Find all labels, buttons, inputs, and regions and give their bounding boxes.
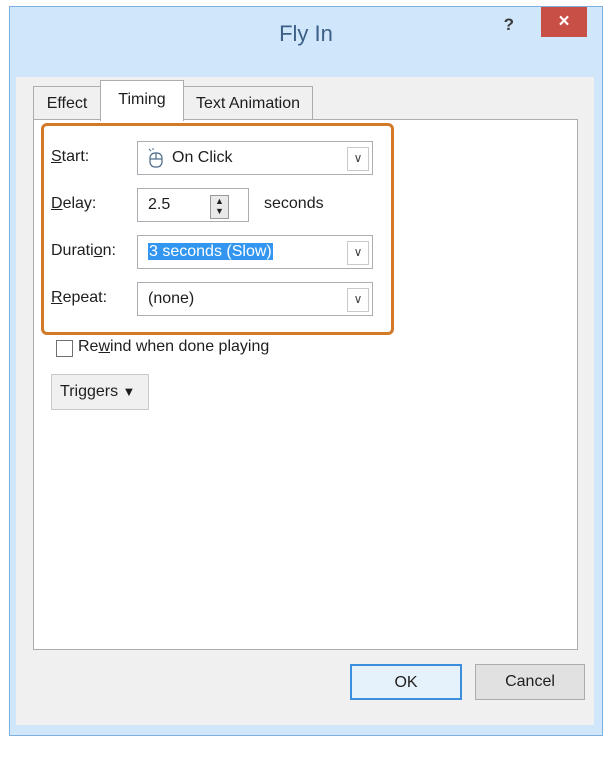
close-button[interactable]: × bbox=[541, 7, 587, 37]
double-chevron-down-icon: ▼ bbox=[122, 384, 136, 399]
delay-unit: seconds bbox=[264, 195, 324, 212]
spin-stepper-icon[interactable]: ▲ ▼ bbox=[210, 195, 229, 219]
triggers-button[interactable]: Triggers ▼ bbox=[51, 374, 149, 410]
help-button[interactable]: ? bbox=[504, 15, 514, 35]
duration-select[interactable]: 3 seconds (Slow) ∨ bbox=[137, 235, 373, 269]
chevron-down-icon[interactable]: ∨ bbox=[347, 147, 369, 171]
delay-input[interactable]: 2.5 ▲ ▼ bbox=[137, 188, 249, 222]
tab-text-animation[interactable]: Text Animation bbox=[183, 86, 313, 120]
tab-effect[interactable]: Effect bbox=[33, 86, 101, 120]
dialog-client: Effect Timing Text Animation Start: On C… bbox=[16, 77, 594, 725]
ok-button[interactable]: OK bbox=[350, 664, 462, 700]
duration-value: 3 seconds (Slow) bbox=[148, 243, 273, 260]
repeat-label: Repeat: bbox=[51, 289, 108, 306]
delay-label: Delay: bbox=[51, 195, 97, 212]
duration-label: Duration: bbox=[51, 242, 116, 259]
start-value: On Click bbox=[172, 149, 233, 166]
cancel-button[interactable]: Cancel bbox=[475, 664, 585, 700]
rewind-label: Rewind when done playing bbox=[78, 338, 270, 355]
start-select[interactable]: On Click ∨ bbox=[137, 141, 373, 175]
start-label: Start: bbox=[51, 148, 90, 165]
title-bar: Fly In ? × bbox=[10, 7, 602, 67]
mouse-icon bbox=[148, 147, 163, 168]
dialog-window: Fly In ? × Effect Timing Text Animation … bbox=[9, 6, 603, 736]
tab-timing[interactable]: Timing bbox=[100, 80, 184, 121]
delay-value: 2.5 bbox=[148, 196, 171, 213]
repeat-value: (none) bbox=[148, 290, 195, 307]
chevron-down-icon[interactable]: ∨ bbox=[347, 241, 369, 265]
rewind-checkbox[interactable] bbox=[56, 340, 73, 357]
chevron-down-icon[interactable]: ∨ bbox=[347, 288, 369, 312]
repeat-select[interactable]: (none) ∨ bbox=[137, 282, 373, 316]
